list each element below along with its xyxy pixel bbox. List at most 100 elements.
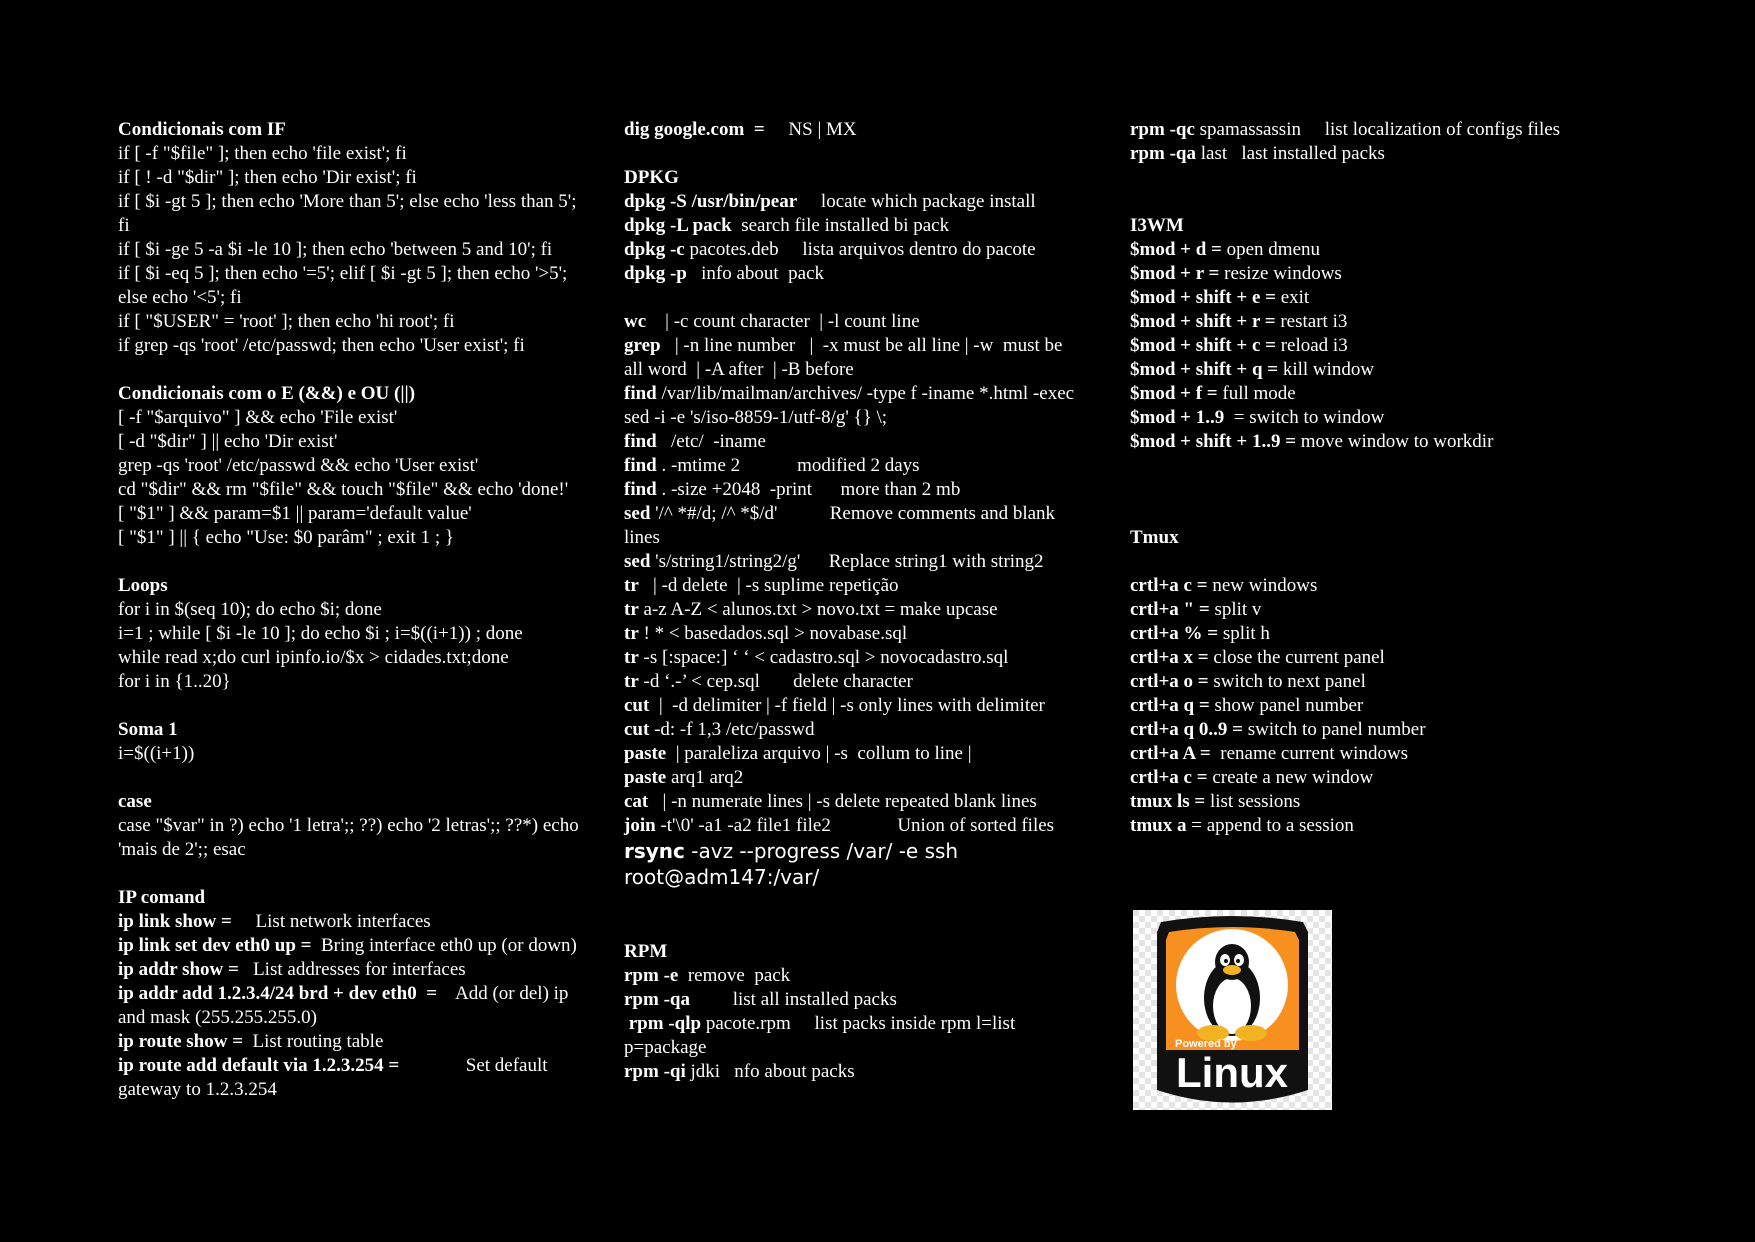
command-text: 's/string1/string2/g' Replace string1 wi… — [650, 551, 1044, 572]
text-line: grep -qs 'root' /etc/passwd && echo 'Use… — [118, 454, 623, 478]
text-line: Soma 1 — [118, 718, 623, 742]
command-text: 'mais de 2';; esac — [118, 839, 246, 860]
command-text: remove pack — [678, 965, 791, 986]
command-text: while read x;do curl ipinfo.io/$x > cida… — [118, 647, 509, 668]
command-keyword: crtl+a A = — [1130, 743, 1216, 764]
text-line: crtl+a % = split h — [1130, 622, 1730, 646]
command-text: i=1 ; while [ $i -le 10 ]; do echo $i ; … — [118, 623, 523, 644]
command-keyword: rpm -qa — [1130, 143, 1196, 164]
text-line: cd "$dir" && rm "$file" && touch "$file"… — [118, 478, 623, 502]
command-keyword: $mod + d = — [1130, 239, 1222, 260]
text-line — [624, 142, 1129, 166]
linux-powered-badge: Powered by Linux — [1133, 910, 1332, 1110]
text-line: ip addr show = List addresses for interf… — [118, 958, 623, 982]
command-text: Bring interface eth0 up (or down) — [316, 935, 577, 956]
text-line: crtl+a A = rename current windows — [1130, 742, 1730, 766]
command-text: if [ "$USER" = 'root' ]; then echo 'hi r… — [118, 311, 455, 332]
command-text: a-z A-Z < alunos.txt > novo.txt = make u… — [638, 599, 998, 620]
command-text: list sessions — [1205, 791, 1301, 812]
text-line: rsync -avz --progress /var/ -e ssh — [624, 838, 1129, 864]
command-keyword: sed — [624, 503, 651, 524]
command-text: = append to a session — [1186, 815, 1354, 836]
command-keyword: find — [624, 455, 657, 476]
text-line: [ -f "$arquivo" ] && echo 'File exist' — [118, 406, 623, 430]
command-text: i=$((i+1)) — [118, 743, 195, 764]
command-keyword: find — [624, 479, 657, 500]
text-line: if [ "$USER" = 'root' ]; then echo 'hi r… — [118, 310, 623, 334]
command-keyword: DPKG — [624, 167, 679, 188]
text-line: $mod + f = full mode — [1130, 382, 1730, 406]
text-line: $mod + shift + 1..9 = move window to wor… — [1130, 430, 1730, 454]
text-line: rpm -qc spamassassin list localization o… — [1130, 118, 1730, 142]
command-keyword: dig google.com = — [624, 119, 770, 140]
column-dpkg-text-tools: dig google.com = NS | MX DPKG dpkg -S /us… — [624, 118, 1129, 1084]
text-line: RPM — [624, 940, 1129, 964]
command-keyword: cat — [624, 791, 649, 812]
command-keyword: RPM — [624, 941, 668, 962]
text-line: [ "$1" ] || { echo "Use: $0 parâm" ; exi… — [118, 526, 623, 550]
text-line: tr -d ‘.-’ < cep.sql delete character — [624, 670, 1129, 694]
command-text: restart i3 — [1275, 311, 1348, 332]
command-text: rename current windows — [1215, 743, 1409, 764]
command-keyword: crtl+a q = — [1130, 695, 1210, 716]
command-keyword: crtl+a " = — [1130, 599, 1210, 620]
command-text: Add (or del) ip — [441, 983, 569, 1004]
command-text: '/^ *#/d; /^ *$/d' Remove comments and b… — [650, 503, 1056, 524]
text-line: for i in $(seq 10); do echo $i; done — [118, 598, 623, 622]
command-text: move window to workdir — [1296, 431, 1494, 452]
command-text: | -n line number | -x must be all line |… — [660, 335, 1063, 356]
command-text: switch to next panel — [1208, 671, 1366, 692]
text-line: tr -s [:space:] ‘ ‘ < cadastro.sql > nov… — [624, 646, 1129, 670]
command-text: | -d delimiter | -f field | -s only line… — [649, 695, 1045, 716]
command-text: split h — [1218, 623, 1270, 644]
text-line: cat | -n numerate lines | -s delete repe… — [624, 790, 1129, 814]
command-keyword: Soma 1 — [118, 719, 178, 740]
linux-wordmark: Linux — [1176, 1049, 1289, 1096]
command-text: for i in $(seq 10); do echo $i; done — [118, 599, 382, 620]
text-line: if [ $i -ge 5 -a $i -le 10 ]; then echo … — [118, 238, 623, 262]
command-text: if [ $i -gt 5 ]; then echo 'More than 5'… — [118, 191, 577, 212]
command-text: search file installed bi pack — [731, 215, 950, 236]
command-text: create a new window — [1207, 767, 1374, 788]
text-line: i=$((i+1)) — [118, 742, 623, 766]
command-keyword: ip link show = — [118, 911, 237, 932]
command-keyword: crtl+a c = — [1130, 575, 1208, 596]
command-keyword: tr — [624, 623, 639, 644]
command-keyword: $mod + 1..9 — [1130, 407, 1229, 428]
column-shell-conditionals: Condicionais com IF if [ -f "$file" ]; th… — [118, 118, 623, 1102]
text-line: DPKG — [624, 166, 1129, 190]
command-keyword: crtl+a o = — [1130, 671, 1209, 692]
command-keyword: cut — [624, 695, 650, 716]
command-text: -t'\0' -a1 -a2 file1 file2 Union of sort… — [655, 815, 1055, 836]
command-text: jdki nfo about packs — [685, 1061, 855, 1082]
command-keyword: ip addr add 1.2.3.4/24 brd + dev eth0 = — [118, 983, 442, 1004]
command-text: last last installed packs — [1195, 143, 1385, 164]
command-keyword: paste — [624, 767, 667, 788]
command-keyword: ip link set dev eth0 up = — [118, 935, 317, 956]
command-keyword: paste — [624, 743, 667, 764]
command-text: [ "$1" ] && param=$1 || param='default v… — [118, 503, 472, 524]
text-line: cut | -d delimiter | -f field | -s only … — [624, 694, 1129, 718]
text-line: find . -size +2048 -print more than 2 mb — [624, 478, 1129, 502]
command-keyword: dpkg -c — [624, 239, 685, 260]
command-text: pacote.rpm list packs inside rpm l=list — [701, 1013, 1016, 1034]
text-line: dpkg -p info about pack — [624, 262, 1129, 286]
text-line: gateway to 1.2.3.254 — [118, 1078, 623, 1102]
command-text: Set default — [404, 1055, 548, 1076]
text-line — [1130, 166, 1730, 190]
command-text: switch to panel number — [1242, 719, 1426, 740]
command-text: if [ $i -ge 5 -a $i -le 10 ]; then echo … — [118, 239, 553, 260]
text-line: p=package — [624, 1036, 1129, 1060]
text-line: find /var/lib/mailman/archives/ -type f … — [624, 382, 1129, 406]
command-keyword: ip route show = — [118, 1031, 248, 1052]
command-text: [ "$1" ] || { echo "Use: $0 parâm" ; exi… — [118, 527, 454, 548]
text-line: crtl+a c = create a new window — [1130, 766, 1730, 790]
command-keyword: dpkg -p — [624, 263, 687, 284]
text-line: rpm -e remove pack — [624, 964, 1129, 988]
text-line: if [ -f "$file" ]; then echo 'file exist… — [118, 142, 623, 166]
text-line: tr a-z A-Z < alunos.txt > novo.txt = mak… — [624, 598, 1129, 622]
command-keyword: dpkg -L pack — [624, 215, 732, 236]
command-keyword: ip route add default via 1.2.3.254 = — [118, 1055, 405, 1076]
text-line: ip route add default via 1.2.3.254 = Set… — [118, 1054, 623, 1078]
